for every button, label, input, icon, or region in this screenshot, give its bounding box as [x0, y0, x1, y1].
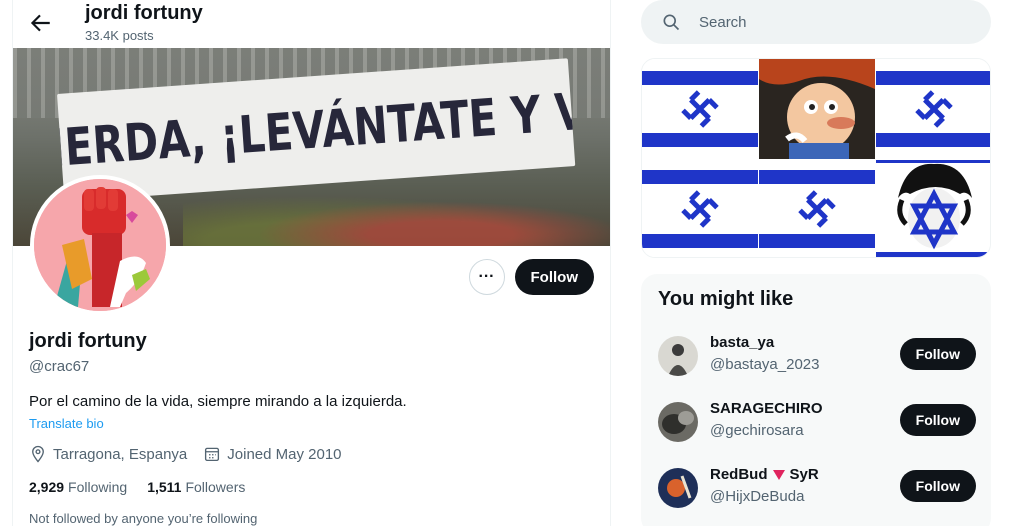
- search-icon: [663, 14, 680, 31]
- location-text: Tarragona, Espanya: [53, 445, 188, 463]
- followed-by-note: Not followed by anyone you’re following: [29, 511, 258, 526]
- bio-text: Por el camino de la vida, siempre mirand…: [29, 393, 407, 410]
- suggested-user-name: basta_ya: [710, 334, 775, 351]
- header-posts-count: 33.4K posts: [85, 28, 154, 43]
- calendar-icon: [205, 447, 220, 462]
- profile-column: jordi fortuny 33.4K posts IZQUIERDA, ¡LE…: [12, 0, 611, 526]
- avatar[interactable]: [658, 468, 698, 508]
- joined-item: Joined May 2010: [203, 445, 342, 463]
- triangle-down-icon: [772, 469, 785, 480]
- follow-button[interactable]: Follow: [514, 259, 594, 295]
- media-tile-2[interactable]: [759, 59, 875, 159]
- display-name: jordi fortuny: [29, 330, 147, 352]
- suggested-user[interactable]: RedBud SyR @HijxDeBuda Follow: [658, 466, 976, 510]
- media-tile-6[interactable]: [876, 160, 990, 257]
- following-link[interactable]: 2,929 Following: [29, 479, 127, 495]
- media-tile-5[interactable]: [759, 160, 875, 257]
- banner-text: IZQUIERDA, ¡LEVÁNTATE Y VOTA!: [57, 73, 576, 187]
- suggested-user-name-suffix: SyR: [789, 466, 819, 483]
- profile-media-grid: [641, 58, 991, 258]
- following-count: 2,929: [29, 479, 65, 495]
- follow-button[interactable]: Follow: [899, 338, 976, 370]
- avatar[interactable]: [658, 402, 698, 442]
- suggested-user-handle: @gechirosara: [710, 422, 804, 439]
- who-to-follow-title: You might like: [658, 288, 794, 310]
- follow-button[interactable]: Follow: [899, 404, 976, 436]
- followers-link[interactable]: 1,511 Followers: [147, 479, 245, 495]
- follow-button[interactable]: Follow: [899, 470, 976, 502]
- more-options-button[interactable]: ···: [468, 259, 505, 295]
- joined-text: Joined May 2010: [227, 445, 342, 463]
- banner-flowers: [183, 188, 610, 246]
- search-box[interactable]: [641, 0, 991, 44]
- suggested-user[interactable]: SARAGECHIRO @gechirosara Follow: [658, 400, 976, 444]
- header-name: jordi fortuny: [85, 2, 203, 24]
- media-tile-4[interactable]: [642, 160, 758, 257]
- user-handle: @crac67: [29, 358, 90, 375]
- location-item: Tarragona, Espanya: [29, 445, 187, 463]
- raised-fists-illustration: [34, 179, 166, 311]
- suggested-user-handle: @HijxDeBuda: [710, 488, 805, 505]
- back-arrow-icon[interactable]: [27, 10, 53, 36]
- suggested-user[interactable]: basta_ya @bastaya_2023 Follow: [658, 334, 976, 378]
- media-tile-3[interactable]: [876, 59, 990, 159]
- followers-count: 1,511: [147, 479, 182, 495]
- avatar[interactable]: [658, 336, 698, 376]
- profile-header: jordi fortuny 33.4K posts: [13, 0, 610, 48]
- media-tile-1[interactable]: [642, 59, 758, 159]
- suggested-user-name-text: RedBud: [710, 466, 768, 483]
- profile-actions: ··· Follow: [468, 259, 594, 295]
- following-label: Following: [68, 479, 128, 495]
- profile-info: jordi fortuny @crac67 Por el camino de l…: [29, 330, 589, 526]
- suggested-user-name: RedBud SyR: [710, 466, 819, 483]
- follow-stats: 2,929 Following 1,511 Followers: [29, 479, 589, 495]
- search-input[interactable]: [699, 13, 959, 31]
- suggested-user-name: SARAGECHIRO: [710, 400, 823, 417]
- translate-bio-link[interactable]: Translate bio: [29, 416, 589, 431]
- profile-meta: Tarragona, Espanya Joined May 2010: [29, 445, 589, 463]
- location-icon: [32, 445, 44, 463]
- who-to-follow-panel: You might like basta_ya @bastaya_2023 Fo…: [641, 274, 991, 526]
- suggested-user-handle: @bastaya_2023: [710, 356, 820, 373]
- profile-avatar[interactable]: [30, 175, 170, 315]
- followers-label: Followers: [185, 479, 246, 495]
